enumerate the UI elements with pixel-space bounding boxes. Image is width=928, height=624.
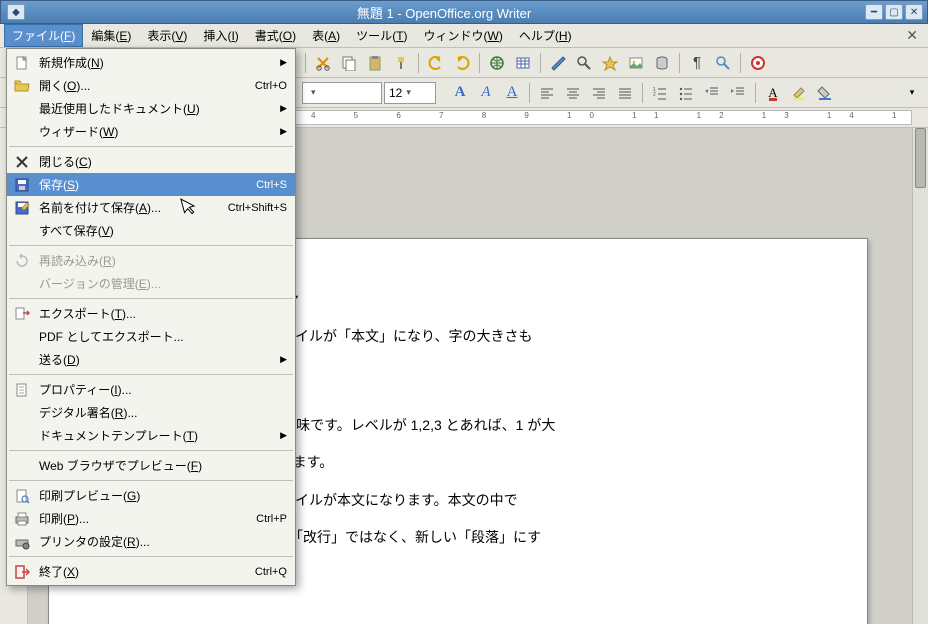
- menu-item-export-pdf[interactable]: PDF としてエクスポート...: [7, 325, 295, 348]
- export-icon: [11, 305, 33, 323]
- decrease-indent-button[interactable]: [700, 81, 724, 105]
- close-icon: [11, 153, 33, 171]
- underline-button[interactable]: A: [500, 81, 524, 105]
- menu-item-wizards[interactable]: ウィザード(W) ▶: [7, 120, 295, 143]
- menubar: ファイル(F) 編集(E) 表示(V) 挿入(I) 書式(O) 表(A) ツール…: [0, 24, 928, 48]
- menu-window[interactable]: ウィンドウ(W): [416, 24, 511, 47]
- align-justify-button[interactable]: [613, 81, 637, 105]
- submenu-arrow-icon: ▶: [280, 126, 287, 137]
- menu-item-save-all[interactable]: すべて保存(V): [7, 219, 295, 242]
- printer-icon: [11, 510, 33, 528]
- zoom-button[interactable]: [711, 51, 735, 75]
- menu-table[interactable]: 表(A): [304, 24, 348, 47]
- gallery-button[interactable]: [624, 51, 648, 75]
- window-menu-icon[interactable]: ◆: [7, 4, 25, 20]
- vertical-scrollbar[interactable]: [912, 128, 928, 624]
- menu-help[interactable]: ヘルプ(H): [511, 24, 580, 47]
- submenu-arrow-icon: ▶: [280, 103, 287, 114]
- submenu-arrow-icon: ▶: [280, 430, 287, 441]
- numbered-list-button[interactable]: 12: [648, 81, 672, 105]
- scrollbar-thumb[interactable]: [915, 128, 926, 188]
- navigator-button[interactable]: [598, 51, 622, 75]
- menu-insert[interactable]: 挿入(I): [195, 24, 246, 47]
- submenu-arrow-icon: ▶: [280, 57, 287, 68]
- menu-tools[interactable]: ツール(T): [348, 24, 415, 47]
- format-paintbrush-button[interactable]: [389, 51, 413, 75]
- svg-text:2: 2: [653, 92, 656, 98]
- menu-item-open[interactable]: 開く(O)... Ctrl+O: [7, 74, 295, 97]
- copy-button[interactable]: [337, 51, 361, 75]
- menu-item-close[interactable]: 閉じる(C): [7, 150, 295, 173]
- print-preview-icon: [11, 487, 33, 505]
- highlight-color-button[interactable]: [787, 81, 811, 105]
- menu-item-digital-signatures[interactable]: デジタル署名(R)...: [7, 401, 295, 424]
- paste-button[interactable]: [363, 51, 387, 75]
- bullet-list-button[interactable]: [674, 81, 698, 105]
- minimize-button[interactable]: ━: [865, 4, 883, 20]
- align-left-button[interactable]: [535, 81, 559, 105]
- maximize-button[interactable]: ▢: [885, 4, 903, 20]
- find-button[interactable]: [572, 51, 596, 75]
- menu-item-properties[interactable]: プロパティー(I)...: [7, 378, 295, 401]
- menu-item-versions: バージョンの管理(E)...: [7, 272, 295, 295]
- menu-item-recent-documents[interactable]: 最近使用したドキュメント(U) ▶: [7, 97, 295, 120]
- menu-file[interactable]: ファイル(F): [4, 24, 83, 47]
- folder-open-icon: [11, 77, 33, 95]
- menu-item-print[interactable]: 印刷(P)... Ctrl+P: [7, 507, 295, 530]
- increase-indent-button[interactable]: [726, 81, 750, 105]
- cut-button[interactable]: [311, 51, 335, 75]
- font-name-combo[interactable]: ▾: [302, 82, 382, 104]
- font-color-button[interactable]: A: [761, 81, 785, 105]
- background-color-button[interactable]: [813, 81, 837, 105]
- menu-item-send[interactable]: 送る(D) ▶: [7, 348, 295, 371]
- align-right-button[interactable]: [587, 81, 611, 105]
- italic-button[interactable]: A: [474, 81, 498, 105]
- menu-item-reload: 再読み込み(R): [7, 249, 295, 272]
- save-as-icon: [11, 199, 33, 217]
- printer-settings-icon: [11, 533, 33, 551]
- menu-item-new[interactable]: 新規作成(N) ▶: [7, 51, 295, 74]
- nonprinting-chars-button[interactable]: ¶: [685, 51, 709, 75]
- drawing-button[interactable]: [546, 51, 570, 75]
- submenu-arrow-icon: ▶: [280, 354, 287, 365]
- file-menu-dropdown: 新規作成(N) ▶ 開く(O)... Ctrl+O 最近使用したドキュメント(U…: [6, 48, 296, 586]
- menu-item-web-preview[interactable]: Web ブラウザでプレビュー(F): [7, 454, 295, 477]
- toolbar-overflow-button[interactable]: ▾: [900, 81, 924, 105]
- menu-item-save[interactable]: 保存(S) Ctrl+S: [7, 173, 295, 196]
- window-titlebar: ◆ 無題 1 - OpenOffice.org Writer ━ ▢ ✕: [0, 0, 928, 24]
- menu-format[interactable]: 書式(O): [247, 24, 304, 47]
- new-document-icon: [11, 54, 33, 72]
- menu-item-exit[interactable]: 終了(X) Ctrl+Q: [7, 560, 295, 583]
- document-icon: [11, 381, 33, 399]
- undo-button[interactable]: [424, 51, 448, 75]
- save-icon: [11, 176, 33, 194]
- menu-item-export[interactable]: エクスポート(T)...: [7, 302, 295, 325]
- table-button[interactable]: [511, 51, 535, 75]
- align-center-button[interactable]: [561, 81, 585, 105]
- menu-item-printer-settings[interactable]: プリンタの設定(R)...: [7, 530, 295, 553]
- data-sources-button[interactable]: [650, 51, 674, 75]
- menu-item-print-preview[interactable]: 印刷プレビュー(G): [7, 484, 295, 507]
- redo-button[interactable]: [450, 51, 474, 75]
- hyperlink-button[interactable]: [485, 51, 509, 75]
- menu-view[interactable]: 表示(V): [139, 24, 195, 47]
- menu-edit[interactable]: 編集(E): [83, 24, 139, 47]
- menu-item-save-as[interactable]: 名前を付けて保存(A)... Ctrl+Shift+S: [7, 196, 295, 219]
- reload-icon: [11, 252, 33, 270]
- close-window-button[interactable]: ✕: [905, 4, 923, 20]
- window-title: 無題 1 - OpenOffice.org Writer: [357, 3, 531, 22]
- help-button[interactable]: [746, 51, 770, 75]
- bold-button[interactable]: A: [448, 81, 472, 105]
- exit-icon: [11, 563, 33, 581]
- close-document-button[interactable]: ✕: [900, 27, 924, 44]
- menu-item-templates[interactable]: ドキュメントテンプレート(T) ▶: [7, 424, 295, 447]
- font-size-combo[interactable]: 12▾: [384, 82, 436, 104]
